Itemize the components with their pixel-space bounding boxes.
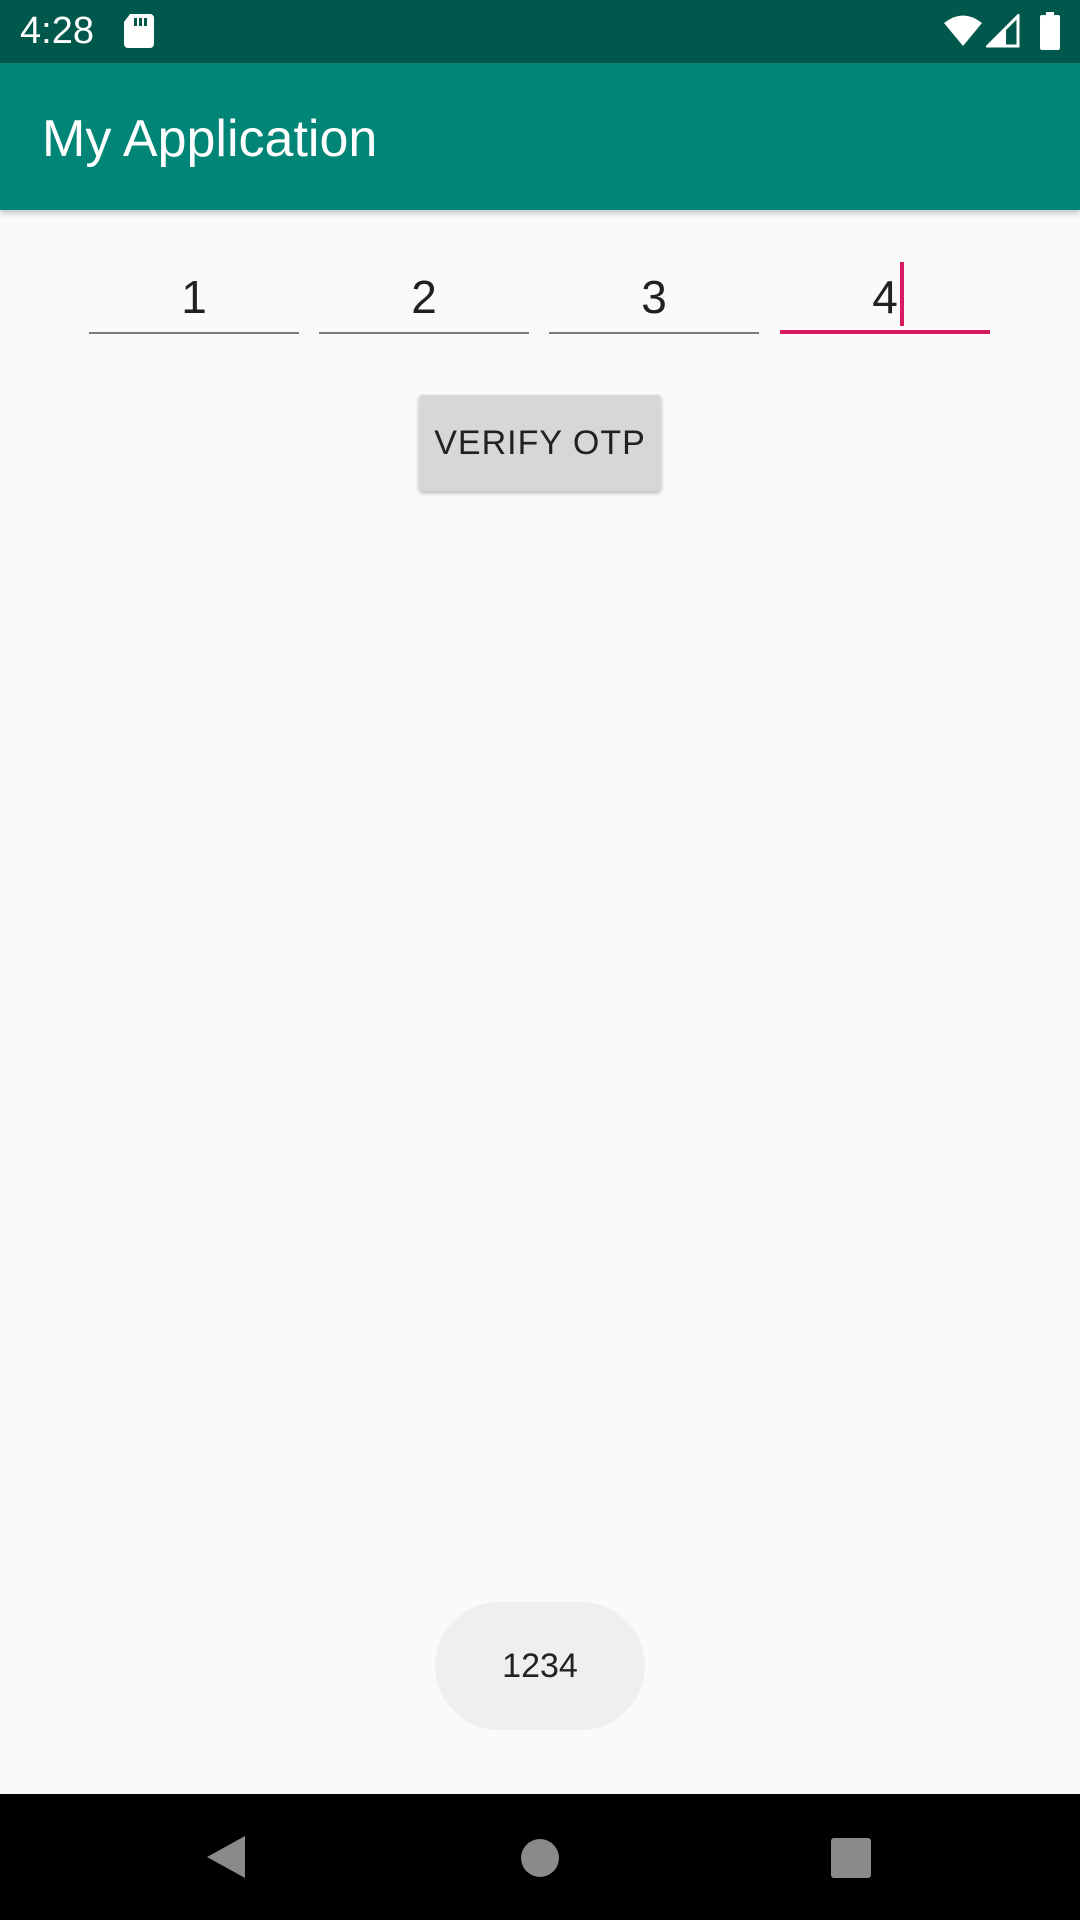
otp-digit-4-text: 4 bbox=[872, 271, 898, 323]
otp-digit-1-underline bbox=[89, 332, 299, 334]
otp-digit-4-input[interactable]: 4 bbox=[780, 262, 990, 334]
otp-digit-2-underline bbox=[319, 332, 529, 334]
toast-message: 1234 bbox=[435, 1602, 645, 1730]
otp-digit-1-value: 1 bbox=[181, 271, 207, 323]
otp-digit-4-value: 4 bbox=[872, 262, 904, 332]
otp-digit-3-underline bbox=[549, 332, 759, 334]
cell-signal-icon bbox=[986, 14, 1020, 48]
wifi-icon bbox=[944, 15, 982, 46]
otp-digit-3-input[interactable]: 3 bbox=[549, 262, 759, 334]
status-bar: 4:28 bbox=[0, 0, 1080, 63]
status-time: 4:28 bbox=[20, 10, 94, 52]
text-cursor bbox=[899, 262, 904, 326]
battery-icon bbox=[1040, 12, 1060, 50]
home-icon[interactable] bbox=[520, 1838, 560, 1878]
back-icon[interactable] bbox=[205, 1834, 247, 1880]
recents-icon[interactable] bbox=[831, 1838, 871, 1878]
app-title: My Application bbox=[42, 110, 378, 168]
otp-digit-2-input[interactable]: 2 bbox=[319, 262, 529, 334]
otp-digit-4-underline bbox=[780, 330, 990, 334]
otp-digit-2-value: 2 bbox=[411, 271, 437, 323]
otp-digit-3-value: 3 bbox=[641, 271, 667, 323]
sd-card-icon bbox=[124, 14, 154, 48]
verify-otp-button[interactable]: VERIFY OTP bbox=[419, 395, 661, 491]
app-bar: My Application bbox=[0, 63, 1080, 210]
otp-digit-1-input[interactable]: 1 bbox=[89, 262, 299, 334]
